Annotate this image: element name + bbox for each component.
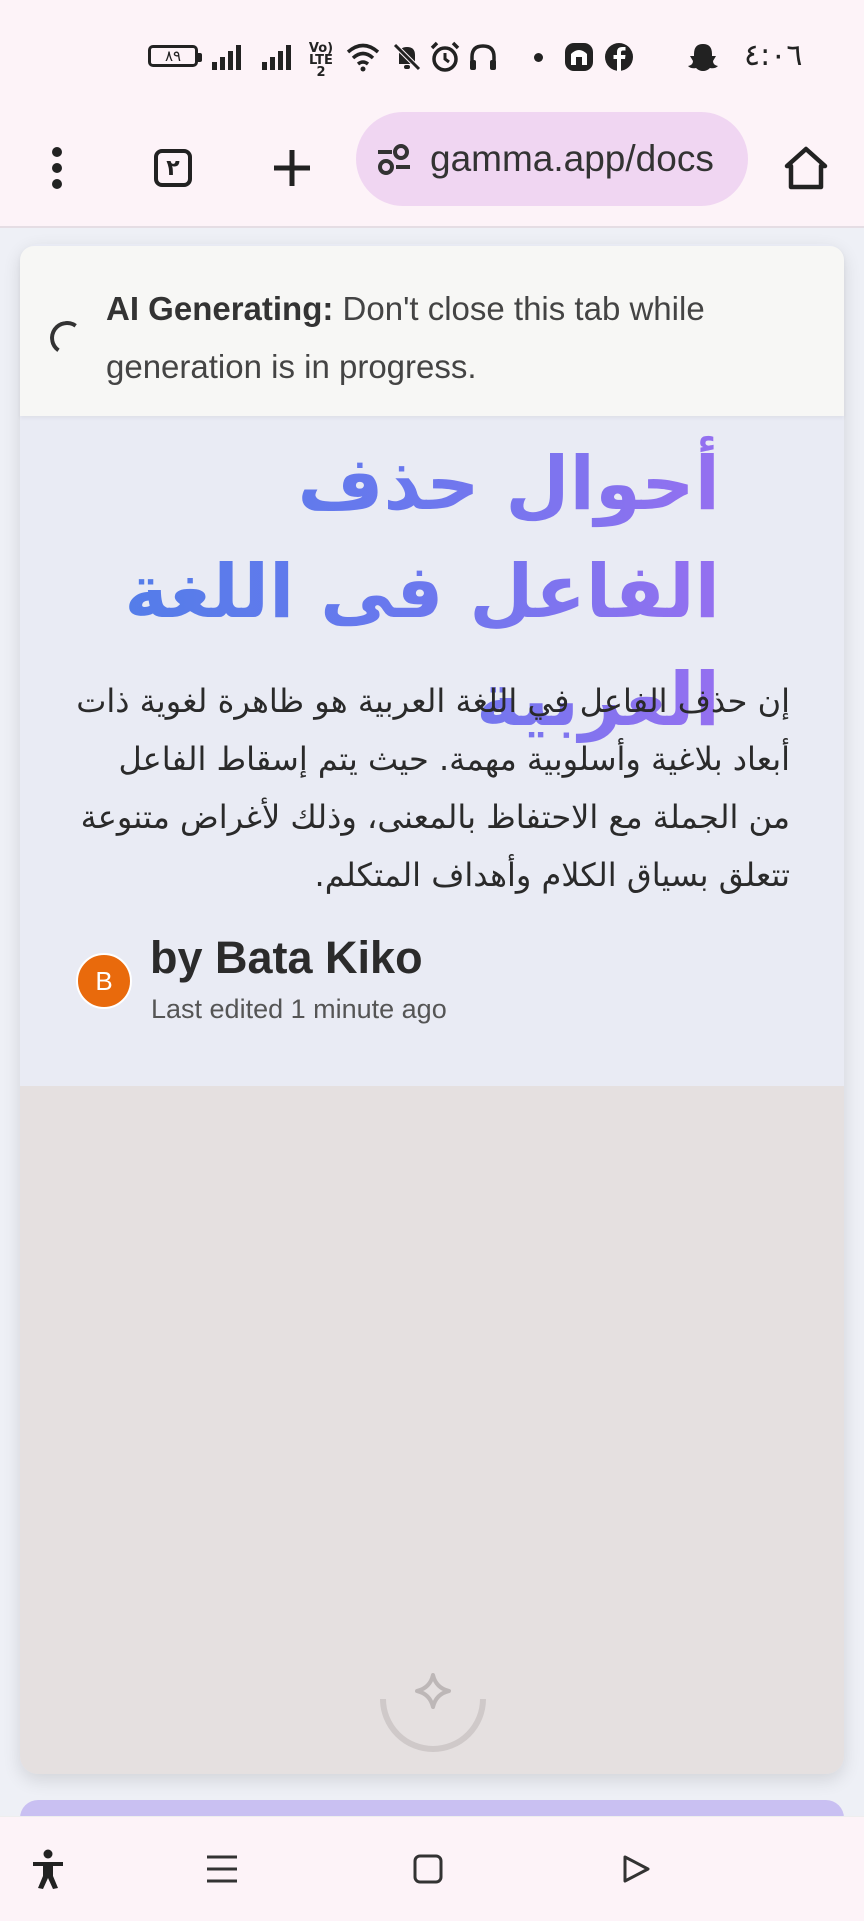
headphones-icon xyxy=(470,44,496,70)
sparkle-loader-icon xyxy=(380,1673,486,1752)
site-settings-icon[interactable] xyxy=(374,139,414,179)
menu-button[interactable] xyxy=(27,138,87,198)
back-nav-button[interactable] xyxy=(614,1847,658,1891)
signal-1-icon xyxy=(212,40,241,74)
facebook-icon xyxy=(605,43,633,71)
last-edited: Last edited 1 minute ago xyxy=(151,994,447,1024)
image-placeholder xyxy=(20,1086,844,1774)
sparkle-icon xyxy=(415,1673,451,1709)
accessibility-icon xyxy=(33,1849,63,1889)
wifi-icon xyxy=(346,43,380,72)
loading-spinner-icon xyxy=(47,318,87,358)
home-nav-icon xyxy=(413,1854,443,1884)
banner-text: AI Generating: Don't close this tab whil… xyxy=(106,280,806,396)
banner-label: AI Generating: xyxy=(106,290,334,327)
ai-generating-banner: AI Generating: Don't close this tab whil… xyxy=(20,246,844,416)
home-icon xyxy=(784,146,828,190)
battery-indicator: ٨٩ xyxy=(148,45,202,67)
new-tab-icon xyxy=(274,150,310,186)
volte-icon: Vo) LTE2 xyxy=(308,41,334,80)
alarm-icon xyxy=(430,41,460,72)
tab-switcher-button[interactable]: ٢ xyxy=(143,138,203,198)
browser-toolbar: ٢ gamma.app/docs xyxy=(0,110,864,228)
back-nav-icon xyxy=(623,1855,650,1883)
snapchat-icon xyxy=(688,44,718,71)
recents-button[interactable] xyxy=(200,1847,244,1891)
clock: ٤:٠٦ xyxy=(744,38,803,73)
status-bar: ٨٩ Vo) LTE2 ٤:٠٦ xyxy=(0,0,864,110)
recents-icon xyxy=(207,1855,237,1883)
more-vert-icon xyxy=(52,147,62,189)
avatar: B xyxy=(76,953,132,1009)
notification-dot-icon xyxy=(534,53,543,62)
url-bar[interactable]: gamma.app/docs xyxy=(356,112,748,206)
url-text: gamma.app/docs xyxy=(430,138,714,179)
gallery-app-icon xyxy=(565,43,593,71)
tab-count: ٢ xyxy=(154,149,192,187)
home-button[interactable] xyxy=(776,138,836,198)
battery-level: ٨٩ xyxy=(164,47,182,65)
new-tab-button[interactable] xyxy=(262,138,322,198)
author-name: by Bata Kiko xyxy=(150,932,423,983)
accessibility-button[interactable] xyxy=(26,1847,70,1891)
document-description: إن حذف الفاعل في اللغة العربية هو ظاهرة … xyxy=(76,682,790,894)
signal-2-icon xyxy=(262,40,291,74)
system-nav-bar xyxy=(0,1816,864,1921)
mute-bell-icon xyxy=(393,43,421,71)
home-nav-button[interactable] xyxy=(406,1847,450,1891)
